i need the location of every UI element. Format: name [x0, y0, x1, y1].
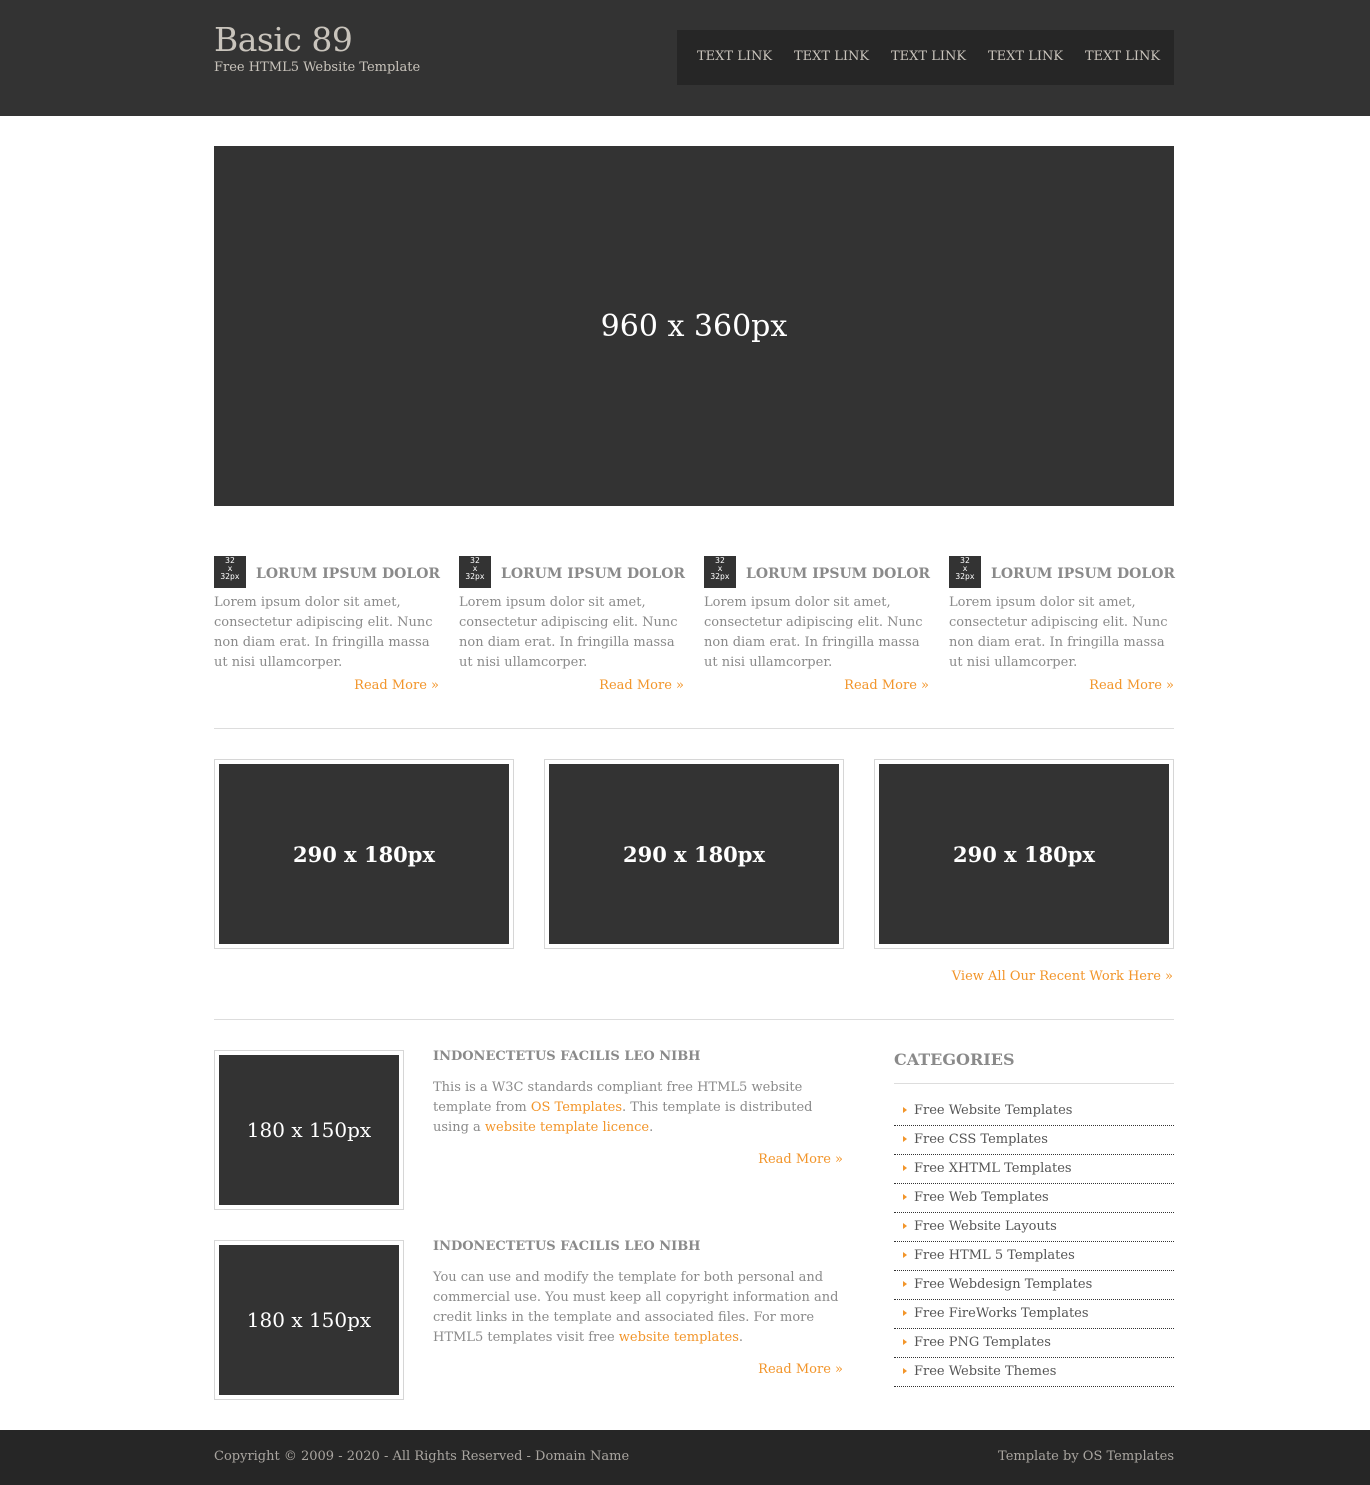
site-footer: Copyright © 2009 - 2020 - All Rights Res…: [0, 1430, 1370, 1485]
main-nav: TEXT LINK TEXT LINK TEXT LINK TEXT LINK …: [677, 30, 1174, 85]
category-link[interactable]: Free Web Templates: [914, 1190, 1049, 1205]
arrow-right-icon: [903, 1368, 907, 1374]
category-item[interactable]: Free HTML 5 Templates: [894, 1242, 1174, 1271]
category-link[interactable]: Free Website Layouts: [914, 1219, 1057, 1234]
category-link[interactable]: Free HTML 5 Templates: [914, 1248, 1075, 1263]
category-item[interactable]: Free CSS Templates: [894, 1126, 1174, 1155]
arrow-right-icon: [903, 1165, 907, 1171]
nav-link[interactable]: TEXT LINK: [891, 48, 966, 66]
template-credit-link[interactable]: Template by OS Templates: [998, 1449, 1174, 1464]
category-item[interactable]: Free Website Layouts: [894, 1213, 1174, 1242]
read-more-link[interactable]: Read More »: [844, 678, 929, 693]
category-link[interactable]: Free PNG Templates: [914, 1335, 1051, 1350]
category-item[interactable]: Free Webdesign Templates: [894, 1271, 1174, 1300]
category-item[interactable]: Free Website Themes: [894, 1358, 1174, 1387]
read-more-link[interactable]: Read More »: [758, 1362, 843, 1377]
post-text: You can use and modify the template for …: [433, 1268, 845, 1348]
arrow-right-icon: [903, 1281, 907, 1287]
post-title: INDONECTETUS FACILIS LEO NIBH: [433, 1049, 701, 1064]
category-link[interactable]: Free Website Templates: [914, 1103, 1072, 1118]
arrow-right-icon: [903, 1310, 907, 1316]
gallery-image-placeholder: 290 x 180px: [879, 764, 1169, 944]
arrow-right-icon: [903, 1107, 907, 1113]
gallery-item[interactable]: 290 x 180px: [874, 759, 1174, 949]
arrow-right-icon: [903, 1339, 907, 1345]
arrow-right-icon: [903, 1223, 907, 1229]
read-more-link[interactable]: Read More »: [1089, 678, 1174, 693]
template-licence-link[interactable]: website template licence: [485, 1120, 649, 1135]
post-image-placeholder: 180 x 150px: [219, 1055, 399, 1205]
feature-block: 32 x 32px LORUM IPSUM DOLOR Lorem ipsum …: [949, 556, 1176, 706]
category-item[interactable]: Free XHTML Templates: [894, 1155, 1174, 1184]
read-more-link[interactable]: Read More »: [599, 678, 684, 693]
post-text-segment: .: [649, 1120, 654, 1135]
read-more-link[interactable]: Read More »: [354, 678, 439, 693]
category-item[interactable]: Free Web Templates: [894, 1184, 1174, 1213]
category-item[interactable]: Free PNG Templates: [894, 1329, 1174, 1358]
nav-link[interactable]: TEXT LINK: [988, 48, 1063, 66]
arrow-right-icon: [903, 1194, 907, 1200]
view-all-work-link[interactable]: View All Our Recent Work Here »: [952, 969, 1173, 984]
feature-icon: 32 x 32px: [214, 556, 246, 588]
site-tagline: Free HTML5 Website Template: [214, 60, 421, 75]
feature-title: LORUM IPSUM DOLOR: [746, 566, 931, 582]
arrow-right-icon: [903, 1252, 907, 1258]
category-link[interactable]: Free FireWorks Templates: [914, 1306, 1089, 1321]
gallery-item[interactable]: 290 x 180px: [214, 759, 514, 949]
nav-link[interactable]: TEXT LINK: [697, 48, 772, 66]
feature-text: Lorem ipsum dolor sit amet, consectetur …: [459, 595, 678, 670]
post-text-segment: .: [738, 1330, 744, 1345]
post-thumbnail[interactable]: 180 x 150px: [214, 1050, 404, 1210]
category-link[interactable]: Free XHTML Templates: [914, 1161, 1072, 1176]
post-title: INDONECTETUS FACILIS LEO NIBH: [433, 1239, 701, 1254]
hero-image-placeholder: 960 x 360px: [214, 146, 1174, 506]
post-image-placeholder: 180 x 150px: [219, 1245, 399, 1395]
feature-title: LORUM IPSUM DOLOR: [256, 566, 441, 582]
arrow-right-icon: [903, 1136, 907, 1142]
categories-heading: CATEGORIES: [894, 1050, 1015, 1069]
feature-icon: 32 x 32px: [459, 556, 491, 588]
os-templates-link[interactable]: OS Templates: [531, 1100, 622, 1115]
gallery-item[interactable]: 290 x 180px: [544, 759, 844, 949]
post-text: This is a W3C standards compliant free H…: [433, 1078, 845, 1138]
category-link[interactable]: Free CSS Templates: [914, 1132, 1048, 1147]
divider: [214, 728, 1174, 729]
site-title[interactable]: Basic 89: [214, 20, 353, 60]
feature-icon: 32 x 32px: [949, 556, 981, 588]
feature-title: LORUM IPSUM DOLOR: [991, 566, 1176, 582]
categories-list: Free Website Templates Free CSS Template…: [894, 1097, 1174, 1387]
post-thumbnail[interactable]: 180 x 150px: [214, 1240, 404, 1400]
gallery-image-placeholder: 290 x 180px: [549, 764, 839, 944]
feature-text: Lorem ipsum dolor sit amet, consectetur …: [214, 595, 433, 670]
feature-text: Lorem ipsum dolor sit amet, consectetur …: [704, 595, 923, 670]
website-templates-link[interactable]: website templates: [619, 1330, 739, 1345]
divider: [214, 1019, 1174, 1020]
copyright-text: Copyright © 2009 - 2020 - All Rights Res…: [214, 1449, 630, 1464]
feature-block: 32 x 32px LORUM IPSUM DOLOR Lorem ipsum …: [214, 556, 441, 706]
gallery-image-placeholder: 290 x 180px: [219, 764, 509, 944]
divider: [894, 1083, 1174, 1084]
nav-link[interactable]: TEXT LINK: [1085, 48, 1160, 66]
feature-text: Lorem ipsum dolor sit amet, consectetur …: [949, 595, 1168, 670]
feature-block: 32 x 32px LORUM IPSUM DOLOR Lorem ipsum …: [704, 556, 931, 706]
category-item[interactable]: Free FireWorks Templates: [894, 1300, 1174, 1329]
feature-icon: 32 x 32px: [704, 556, 736, 588]
nav-link[interactable]: TEXT LINK: [794, 48, 869, 66]
read-more-link[interactable]: Read More »: [758, 1152, 843, 1167]
feature-block: 32 x 32px LORUM IPSUM DOLOR Lorem ipsum …: [459, 556, 686, 706]
category-link[interactable]: Free Webdesign Templates: [914, 1277, 1092, 1292]
category-link[interactable]: Free Website Themes: [914, 1364, 1056, 1379]
feature-title: LORUM IPSUM DOLOR: [501, 566, 686, 582]
site-header: Basic 89 Free HTML5 Website Template TEX…: [0, 0, 1370, 116]
category-item[interactable]: Free Website Templates: [894, 1097, 1174, 1126]
